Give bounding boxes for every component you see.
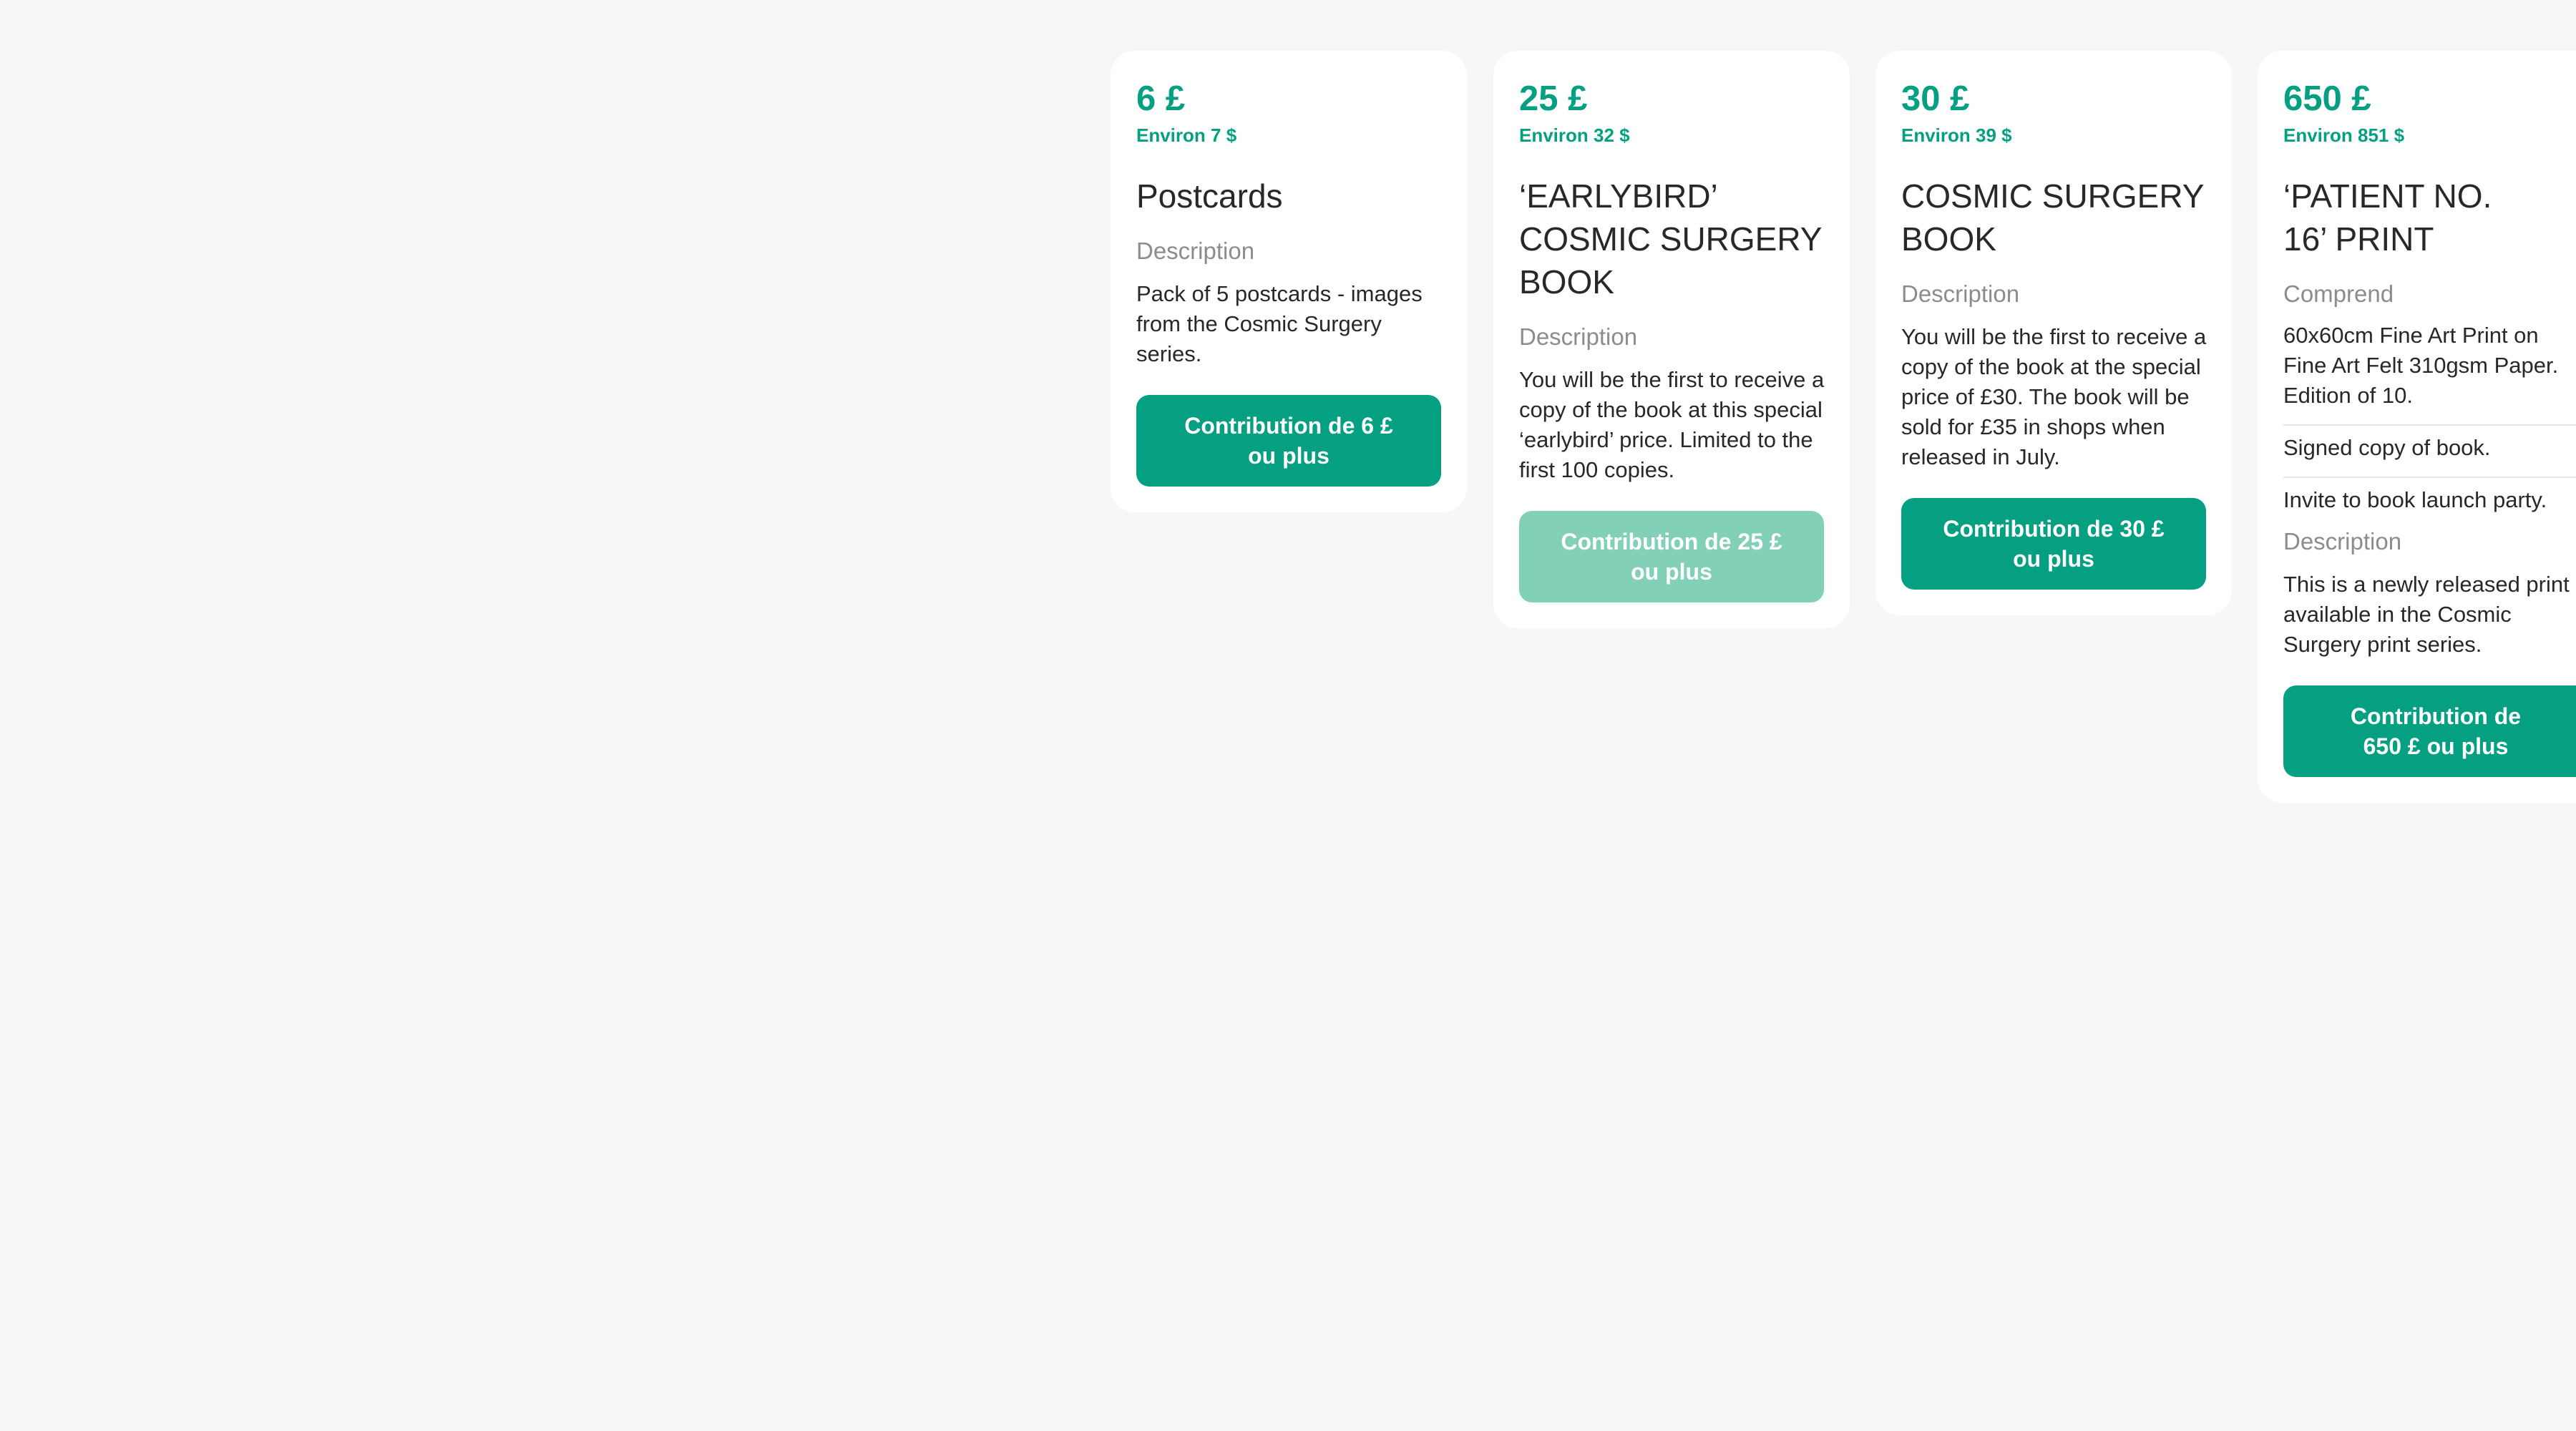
- reward-price: 30 £: [1901, 79, 1970, 118]
- includes-item: Invite to book launch party.: [2283, 478, 2576, 515]
- contribute-button[interactable]: Contribution de 650 £ ou plus: [2283, 685, 2576, 777]
- reward-description: You will be the first to receive a copy …: [1519, 367, 1825, 482]
- reward-description: You will be the first to receive a copy …: [1901, 324, 2207, 469]
- includes-item-text: Invite to book launch party.: [2283, 487, 2547, 512]
- reward-price: 650 £: [2283, 79, 2371, 118]
- contribute-button[interactable]: Contribution de 6 £ ou plus: [1136, 395, 1441, 487]
- reward-title: ‘PATIENT NO. 16’ PRINT: [2283, 177, 2492, 258]
- description-label: Description: [1519, 323, 1638, 350]
- includes-item: Signed copy of book.: [2283, 426, 2576, 478]
- contribute-button[interactable]: Contribution de 25 £ ou plus: [1519, 511, 1824, 602]
- reward-card-postcards: 6 £ Environ 7 $ Postcards Description Pa…: [1111, 51, 1467, 512]
- reward-approx-price: Environ 7 $: [1136, 124, 1237, 146]
- reward-card-earlybird-book: 25 £ Environ 32 $ ‘EARLYBIRD’ COSMIC SUR…: [1493, 51, 1850, 628]
- includes-item-text: Signed copy of book.: [2283, 435, 2491, 460]
- includes-label: Comprend: [2283, 280, 2394, 307]
- description-label: Description: [1901, 280, 2020, 307]
- reward-title: COSMIC SURGERY BOOK: [1901, 177, 2204, 258]
- reward-title: Postcards: [1136, 177, 1283, 215]
- includes-list: 60x60cm Fine Art Print on Fine Art Felt …: [2283, 316, 2576, 515]
- description-label: Description: [1136, 238, 1255, 264]
- reward-card-patient-16-print: 650 £ Environ 851 $ ‘PATIENT NO. 16’ PRI…: [2258, 51, 2576, 803]
- reward-approx-price: Environ 39 $: [1901, 124, 2012, 146]
- reward-price: 25 £: [1519, 79, 1588, 118]
- reward-description: Pack of 5 postcards - images from the Co…: [1136, 281, 1423, 366]
- reward-description: This is a newly released print available…: [2283, 572, 2570, 657]
- contribute-button[interactable]: Contribution de 30 £ ou plus: [1901, 498, 2206, 590]
- reward-approx-price: Environ 32 $: [1519, 124, 1630, 146]
- includes-item-text: 60x60cm Fine Art Print on Fine Art Felt …: [2283, 323, 2559, 408]
- description-label: Description: [2283, 528, 2402, 555]
- includes-item: 60x60cm Fine Art Print on Fine Art Felt …: [2283, 316, 2576, 426]
- reward-price: 6 £: [1136, 79, 1186, 118]
- reward-title: ‘EARLYBIRD’ COSMIC SURGERY BOOK: [1519, 177, 1822, 301]
- reward-card-cosmic-surgery-book: 30 £ Environ 39 $ COSMIC SURGERY BOOK De…: [1875, 51, 2232, 615]
- reward-approx-price: Environ 851 $: [2283, 124, 2405, 146]
- reward-list: 6 £ Environ 7 $ Postcards Description Pa…: [0, 0, 2576, 1431]
